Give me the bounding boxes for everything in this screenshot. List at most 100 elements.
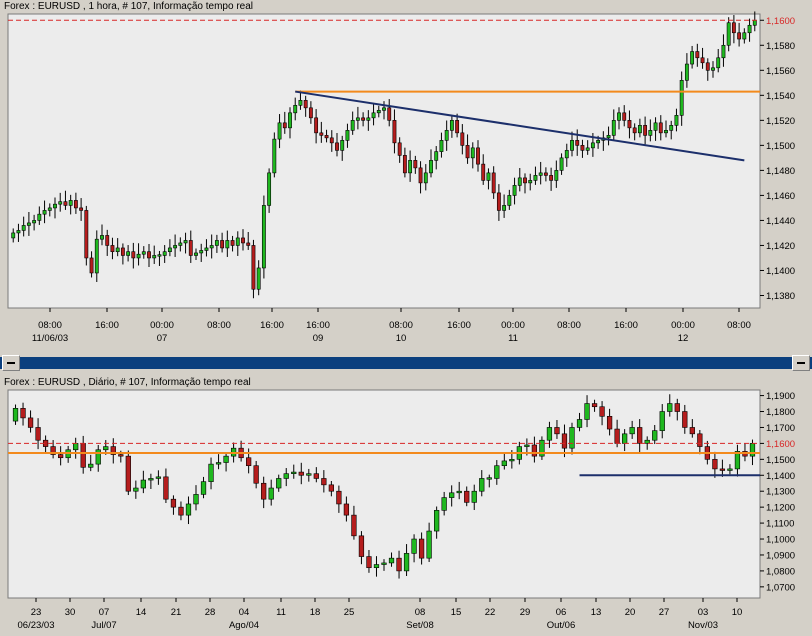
y-tick-label: 1,1580 (766, 41, 795, 52)
candle-up (209, 245, 214, 249)
candle-down (251, 245, 256, 290)
y-tick-label: 1,1700 (766, 423, 795, 434)
y-tick-label: 1,0800 (766, 566, 795, 577)
candle-up (652, 430, 658, 441)
x-date-label: 06/23/03 (18, 620, 55, 631)
candle-up (517, 177, 522, 186)
candle-up (11, 232, 16, 239)
candle-down (351, 514, 357, 537)
candle-down (335, 142, 339, 151)
candle-down (387, 107, 392, 121)
x-tick-label: 16:00 (95, 320, 119, 331)
x-tick-label: 21 (171, 607, 182, 618)
candle-down (319, 132, 324, 136)
x-tick-label: 16:00 (260, 320, 284, 331)
candle-up (152, 255, 157, 259)
candle-down (230, 240, 235, 246)
y-tick-label: 1,1460 (766, 191, 795, 202)
candle-down (523, 177, 527, 184)
candle-up (456, 490, 462, 494)
hourly-candlestick-chart[interactable]: 1,1600 1,1580 1,1560 1,1540 1,1520 1,1500 1,14… (0, 0, 812, 354)
candle-down (79, 207, 84, 211)
candle-up (590, 142, 595, 149)
candle-up (429, 160, 433, 174)
candle-down (358, 535, 365, 557)
candle-down (531, 444, 538, 457)
candle-up (747, 24, 752, 34)
candle-up (371, 112, 376, 119)
candle-up (100, 235, 104, 240)
splitter-grip-left[interactable] (2, 355, 20, 371)
candle-down (73, 200, 78, 209)
y-tick-label: 1,1800 (766, 407, 795, 418)
candle-up (53, 203, 57, 209)
x-tick-label: 08:00 (557, 320, 581, 331)
pane-splitter[interactable] (0, 354, 812, 374)
candle-down (464, 490, 470, 503)
candle-up (528, 180, 533, 184)
candle-up (538, 172, 543, 176)
candle-up (734, 451, 741, 470)
candle-up (200, 481, 207, 495)
candle-down (343, 503, 350, 516)
y-tick-label: 1,1480 (766, 166, 795, 177)
candle-up (721, 44, 726, 59)
candle-up (684, 63, 689, 81)
candle-up (742, 32, 747, 40)
candle-up (94, 238, 99, 274)
candle-down (188, 240, 193, 256)
x-tick-label: 15 (451, 607, 462, 618)
candle-down (627, 120, 632, 129)
candle-up (214, 240, 219, 246)
candle-up (576, 419, 583, 428)
candle-down (105, 235, 110, 246)
candle-up (261, 205, 266, 269)
candle-up (617, 112, 621, 121)
candle-up (350, 120, 355, 131)
candle-down (308, 107, 313, 119)
candle-up (185, 503, 192, 516)
y-tick-label: 1,1900 (766, 391, 795, 402)
candle-up (664, 130, 668, 134)
candle-down (491, 172, 496, 194)
candle-down (580, 145, 585, 151)
y-tick-label: 1,1000 (766, 535, 795, 546)
y-tick-label: 1,1380 (766, 291, 795, 302)
candle-up (26, 222, 31, 226)
y-tick-label: 1,1100 (766, 519, 794, 530)
x-tick-label: 11 (276, 607, 286, 618)
candle-up (376, 110, 381, 114)
candle-down (731, 22, 736, 34)
candle-up (546, 427, 553, 441)
candle-up (509, 459, 515, 462)
candle-up (629, 427, 635, 435)
splitter-bar[interactable] (0, 357, 812, 369)
candle-up (199, 250, 204, 254)
y-tick-label: 1,1540 (766, 91, 795, 102)
candle-down (84, 210, 89, 259)
candle-up (167, 247, 172, 253)
candle-down (324, 135, 329, 139)
x-tick-label: 13 (591, 607, 602, 618)
x-tick-label: 14 (136, 607, 147, 618)
candle-down (705, 62, 710, 71)
candle-up (291, 471, 297, 474)
candle-up (611, 120, 616, 136)
candle-up (648, 130, 653, 136)
candle-down (561, 433, 568, 449)
candle-down (63, 201, 68, 206)
candle-up (554, 170, 559, 181)
candle-up (749, 443, 756, 457)
candle-up (306, 473, 312, 476)
candle-up (47, 207, 52, 211)
candle-down (695, 51, 700, 59)
candle-down (366, 556, 372, 569)
candle-up (136, 253, 141, 259)
y-tick-label: 1,1600 (766, 439, 795, 450)
candle-up (659, 411, 665, 431)
candle-down (496, 192, 501, 211)
candle-up (486, 477, 492, 480)
candle-up (752, 19, 757, 26)
splitter-grip-right[interactable] (792, 355, 810, 371)
daily-candlestick-chart[interactable]: 1,1900 1,1800 1,1700 1,1600 1,1500 1,1400 1,13… (0, 376, 812, 636)
